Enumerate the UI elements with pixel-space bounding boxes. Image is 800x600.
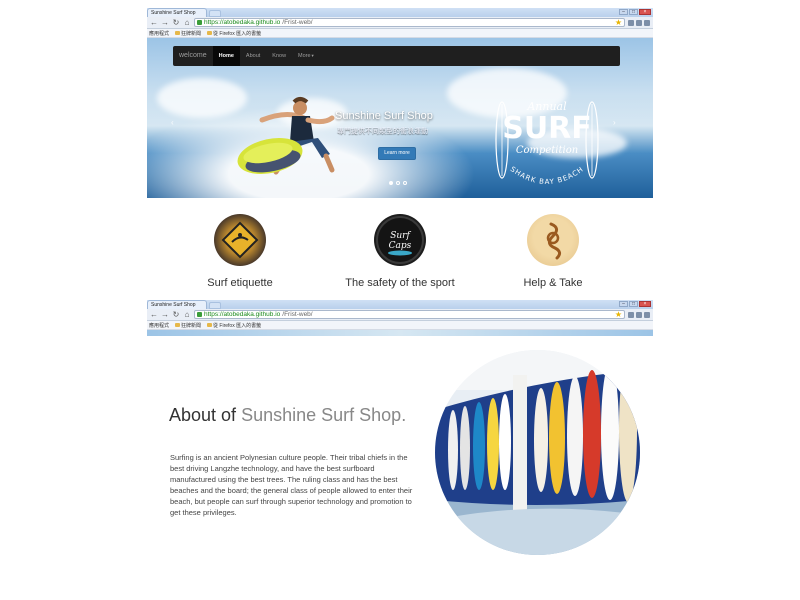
caret-down-icon: ▼ — [310, 53, 315, 58]
svg-text:Surf: Surf — [390, 231, 411, 241]
feature-title: The safety of the sport — [345, 277, 455, 289]
folder-icon — [207, 31, 213, 35]
indicator-dot[interactable] — [389, 181, 393, 185]
carousel-indicators — [389, 181, 407, 185]
bookmark-star-icon[interactable]: ★ — [615, 18, 624, 27]
new-tab-button[interactable] — [209, 10, 221, 17]
window-controls: – □ × — [619, 301, 651, 307]
url-path: /Frist-web/ — [282, 311, 313, 318]
carousel-prev-icon[interactable]: ‹ — [171, 118, 174, 127]
extension-icons — [628, 19, 650, 26]
screenshot-top: Sunshine Surf Shop – □ × ← → ↻ ⌂ https:/… — [147, 8, 653, 298]
extension-icon[interactable] — [628, 19, 634, 26]
maximize-icon[interactable]: □ — [629, 301, 638, 307]
minimize-icon[interactable]: – — [619, 9, 628, 15]
badge-surf: SURF — [502, 111, 592, 146]
surf-caps-logo-icon: Surf Caps — [374, 214, 426, 266]
folder-icon — [175, 31, 181, 35]
feature-etiquette: Surf etiquette — [185, 214, 295, 289]
bookmark-apps[interactable]: 應用程式 — [149, 322, 169, 329]
about-heading: About of Sunshine Surf Shop. — [169, 405, 407, 425]
forward-arrow-icon[interactable]: → — [161, 310, 169, 320]
bookmarks-bar: 應用程式 狂牌新聞 從 Firefox 匯入的書籤 — [147, 321, 653, 330]
nav-more[interactable]: More▼ — [292, 46, 321, 66]
folder-icon — [207, 323, 213, 327]
browser-tab[interactable]: Sunshine Surf Shop — [147, 8, 207, 17]
forward-arrow-icon[interactable]: → — [161, 18, 169, 28]
nav-home[interactable]: Home — [212, 46, 240, 66]
folder-icon — [175, 323, 181, 327]
hero-title: Sunshine Surf Shop — [335, 110, 433, 122]
bookmark-news[interactable]: 狂牌新聞 — [175, 322, 201, 329]
browser-omnibar: ← → ↻ ⌂ https://atobedaka.github.io /Fri… — [147, 17, 653, 29]
address-bar[interactable]: https://atobedaka.github.io /Frist-web/ … — [194, 310, 625, 319]
carousel-next-icon[interactable]: › — [613, 118, 616, 127]
extension-icon[interactable] — [636, 311, 642, 318]
nav-about[interactable]: About — [240, 46, 266, 66]
home-icon[interactable]: ⌂ — [183, 310, 191, 320]
features-row: Surf etiquette Surf Caps The safety of t… — [147, 198, 653, 297]
url-host: https://atobedaka.github.io — [204, 311, 281, 318]
back-arrow-icon[interactable]: ← — [150, 18, 158, 28]
svg-text:SHARK BAY BEACH: SHARK BAY BEACH — [509, 165, 586, 186]
badge-beach: SHARK BAY BEACH — [509, 165, 585, 186]
navbar-brand[interactable]: welcome — [173, 46, 213, 66]
feature-title: Help & Take — [523, 277, 583, 289]
browser-titlebar: Sunshine Surf Shop – □ × — [147, 8, 653, 17]
bookmark-firefox[interactable]: 從 Firefox 匯入的書籤 — [207, 30, 261, 37]
surf-competition-badge: Annual SURF Competition SHARK BAY BEACH — [495, 100, 599, 186]
browser-titlebar: Sunshine Surf Shop – □ × — [147, 300, 653, 309]
lock-icon — [197, 312, 202, 317]
browser-tab[interactable]: Sunshine Surf Shop — [147, 300, 207, 309]
bookmark-firefox[interactable]: 從 Firefox 匯入的書籤 — [207, 322, 261, 329]
indicator-dot[interactable] — [403, 181, 407, 185]
bookmark-news[interactable]: 狂牌新聞 — [175, 30, 201, 37]
feature-help: Help & Take — [498, 214, 608, 289]
hero-subtitle: 專門提供不同類型的衝浪運動 — [337, 128, 428, 135]
svg-text:Caps: Caps — [389, 241, 412, 251]
back-arrow-icon[interactable]: ← — [150, 310, 158, 320]
home-icon[interactable]: ⌂ — [183, 18, 191, 28]
feature-safety: Surf Caps The safety of the sport — [345, 214, 455, 289]
rope-knot-icon — [527, 214, 579, 266]
address-bar[interactable]: https://atobedaka.github.io /Frist-web/ … — [194, 18, 625, 27]
reload-icon[interactable]: ↻ — [172, 310, 180, 320]
nav-know[interactable]: Know — [266, 46, 292, 66]
reload-icon[interactable]: ↻ — [172, 18, 180, 28]
bookmark-apps[interactable]: 應用程式 — [149, 30, 169, 37]
bookmarks-bar: 應用程式 狂牌新聞 從 Firefox 匯入的書籤 — [147, 29, 653, 38]
lock-icon — [197, 20, 202, 25]
close-icon[interactable]: × — [639, 9, 651, 15]
surfboard-showroom-image — [435, 350, 640, 555]
url-host: https://atobedaka.github.io — [204, 19, 281, 26]
url-path: /Frist-web/ — [282, 19, 313, 26]
site-navbar: welcome Home About Know More▼ — [173, 46, 620, 66]
hero-carousel: welcome Home About Know More▼ ‹ › Sunshi… — [147, 38, 653, 198]
feature-title: Surf etiquette — [207, 277, 273, 289]
extension-icon[interactable] — [628, 311, 634, 318]
extension-icons — [628, 311, 650, 318]
extension-icon[interactable] — [636, 19, 642, 26]
browser-omnibar: ← → ↻ ⌂ https://atobedaka.github.io /Fri… — [147, 309, 653, 321]
bookmark-star-icon[interactable]: ★ — [615, 310, 624, 319]
screenshot-bottom: Sunshine Surf Shop – □ × ← → ↻ ⌂ https:/… — [147, 300, 653, 560]
surf-sign-icon — [214, 214, 266, 266]
window-controls: – □ × — [619, 9, 651, 15]
maximize-icon[interactable]: □ — [629, 9, 638, 15]
minimize-icon[interactable]: – — [619, 301, 628, 307]
learn-more-button[interactable]: Learn more — [378, 147, 416, 160]
menu-icon[interactable] — [644, 311, 650, 318]
about-body: Surfing is an ancient Polynesian culture… — [170, 453, 413, 517]
new-tab-button[interactable] — [209, 302, 221, 309]
badge-competition: Competition — [516, 145, 578, 156]
menu-icon[interactable] — [644, 19, 650, 26]
about-section: About of Sunshine Surf Shop. Surfing is … — [147, 336, 653, 560]
close-icon[interactable]: × — [639, 301, 651, 307]
surfboard-image — [237, 138, 303, 174]
indicator-dot[interactable] — [396, 181, 400, 185]
